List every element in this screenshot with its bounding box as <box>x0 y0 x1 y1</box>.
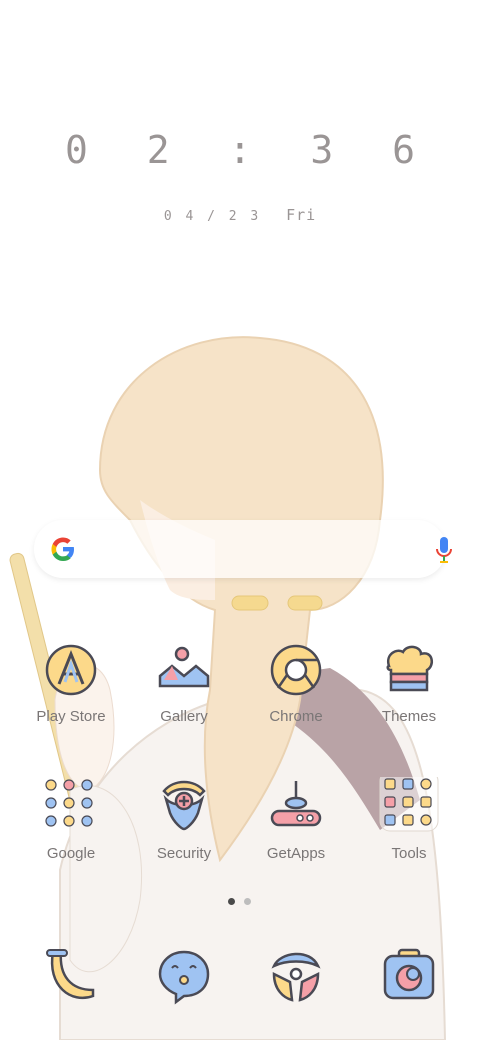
folder-google[interactable]: Google <box>15 777 127 862</box>
google-folder-icon <box>45 779 93 827</box>
dock-browser[interactable] <box>240 946 352 1006</box>
dock-camera[interactable] <box>353 946 465 1006</box>
browser-icon <box>271 952 321 1002</box>
dock-phone[interactable] <box>15 946 127 1006</box>
google-search-bar[interactable] <box>34 520 452 578</box>
app-security[interactable]: Security <box>128 777 240 862</box>
chrome-icon <box>270 644 322 696</box>
app-label: Gallery <box>160 708 208 725</box>
clock-date: 0 4 / 2 3 Fri <box>0 206 480 224</box>
page-dot[interactable] <box>244 898 251 905</box>
app-label: GetApps <box>266 845 326 862</box>
app-play-store[interactable]: Play Store <box>15 640 127 725</box>
dock-messages[interactable] <box>128 946 240 1006</box>
app-label: Chrome <box>269 708 323 725</box>
gallery-icon <box>158 646 210 688</box>
themes-icon <box>386 645 434 692</box>
phone-icon <box>46 949 95 1000</box>
weekday-text: Fri <box>286 206 317 224</box>
app-chrome[interactable]: Chrome <box>240 640 352 725</box>
app-label: Google <box>46 845 96 862</box>
app-label: Security <box>156 845 212 862</box>
tools-folder-icon <box>379 777 439 832</box>
clock-time[interactable]: 0 2 : 3 6 <box>0 128 480 172</box>
play-store-icon <box>45 644 97 696</box>
app-gallery[interactable]: Gallery <box>128 640 240 725</box>
date-text: 0 4 / 2 3 <box>163 209 262 224</box>
folder-tools[interactable]: Tools <box>353 777 465 862</box>
google-g-icon <box>51 537 74 561</box>
app-label: Themes <box>381 708 437 725</box>
security-icon <box>162 780 206 831</box>
microphone-icon[interactable] <box>434 536 454 564</box>
app-getapps[interactable]: GetApps <box>240 777 352 862</box>
app-themes[interactable]: Themes <box>353 640 465 725</box>
camera-icon <box>383 948 435 1000</box>
getapps-icon <box>270 781 322 827</box>
app-label: Play Store <box>36 708 106 725</box>
messages-icon <box>158 950 210 1005</box>
page-dot-active[interactable] <box>228 898 235 905</box>
app-label: Tools <box>391 845 427 862</box>
